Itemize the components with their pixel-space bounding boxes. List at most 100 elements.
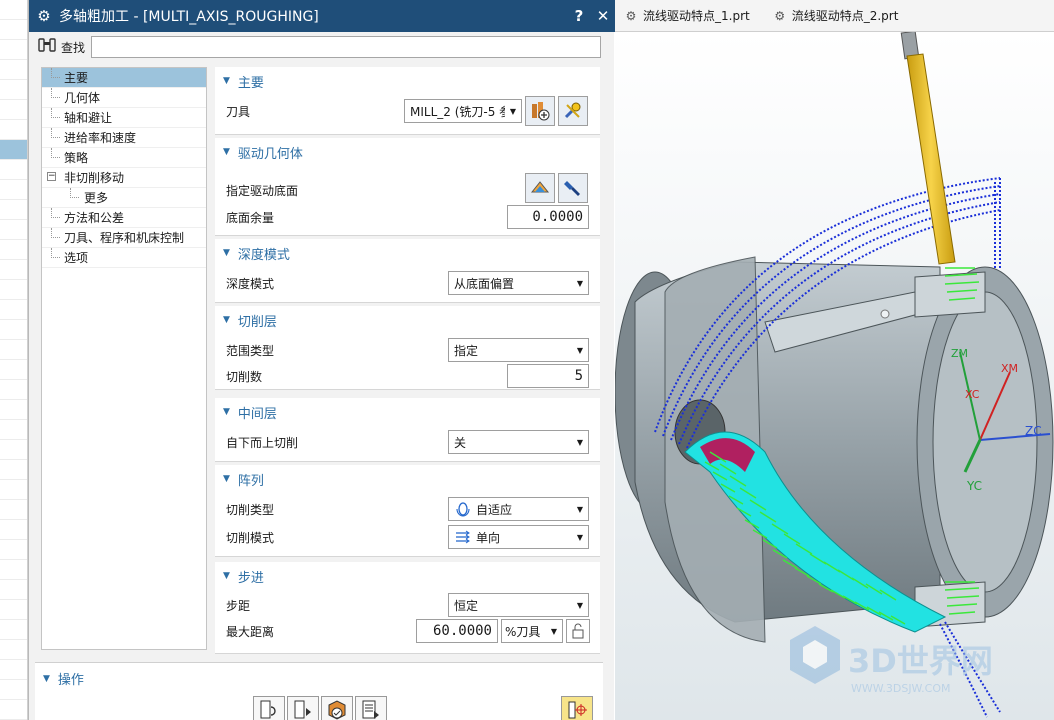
strip-row xyxy=(0,320,27,340)
group-title: 中间层 xyxy=(237,406,277,422)
new-tool-icon xyxy=(532,102,550,121)
collapse-triangle-icon[interactable]: ▼ xyxy=(223,474,230,484)
nav-item-method-tolerance[interactable]: 方法和公差 xyxy=(42,208,206,228)
strip-row xyxy=(0,100,27,120)
tool-position-icon xyxy=(568,701,587,719)
list-toolpath-button[interactable] xyxy=(355,696,387,720)
collapse-triangle-icon[interactable]: ▼ xyxy=(223,147,230,157)
close-button[interactable]: ✕ xyxy=(591,7,615,25)
group-header[interactable]: ▼ 深度模式 xyxy=(215,239,600,267)
axis-label-xc: XC xyxy=(965,388,980,401)
group-cut-levels: ▼ 切削层 范围类型 指定 ▼ 切削数 5 xyxy=(215,306,600,390)
group-header[interactable]: ▼ 主要 xyxy=(215,67,600,95)
collapse-triangle-icon[interactable]: ▼ xyxy=(223,571,230,581)
edit-tool-button[interactable] xyxy=(558,96,588,126)
nav-item-options[interactable]: 选项 xyxy=(42,248,206,268)
strip-row xyxy=(0,40,27,60)
select-face-icon xyxy=(530,181,550,193)
file-tab-2[interactable]: ⚙ 流线驱动特点_2.prt xyxy=(772,7,898,24)
gear-icon[interactable]: ⚙ xyxy=(31,7,57,25)
select-drive-floor-button[interactable] xyxy=(525,173,555,203)
axis-label-zm: ZM xyxy=(951,347,968,360)
help-button[interactable]: ? xyxy=(567,7,591,25)
strip-row xyxy=(0,240,27,260)
max-distance-unit-select[interactable]: %刀具 ▼ xyxy=(501,619,563,643)
group-header[interactable]: ▼ 切削层 xyxy=(215,306,600,334)
collapse-triangle-icon[interactable]: ▼ xyxy=(223,407,230,417)
wrench-icon xyxy=(564,102,581,119)
replay-button[interactable] xyxy=(287,696,319,720)
depth-mode-select[interactable]: 从底面偏置 ▼ xyxy=(448,271,589,295)
tool-position-button[interactable] xyxy=(561,696,593,720)
group-header[interactable]: ▼ 操作 xyxy=(43,669,84,688)
nav-item-non-cutting-moves[interactable]: − 非切削移动 xyxy=(42,168,206,188)
cut-type-select[interactable]: 自适应 ▼ xyxy=(448,497,589,521)
collapse-triangle-icon[interactable]: ▼ xyxy=(43,674,50,684)
nav-item-more[interactable]: 更多 xyxy=(42,188,206,208)
lock-icon xyxy=(572,623,584,639)
nav-item-strategy[interactable]: 策略 xyxy=(42,148,206,168)
lock-button[interactable] xyxy=(566,619,590,643)
group-main: ▼ 主要 刀具 MILL_2 (铣刀-5 参 ▼ xyxy=(215,67,600,135)
cut-count-label: 切削数 xyxy=(226,370,263,384)
group-header[interactable]: ▼ 驱动几何体 xyxy=(215,138,600,166)
strip-row xyxy=(0,360,27,380)
flashlight-icon xyxy=(564,181,580,196)
strip-row xyxy=(0,660,27,680)
nav-item-main[interactable]: 主要 xyxy=(42,68,206,88)
chevron-down-icon: ▼ xyxy=(576,437,584,447)
bottom-up-select[interactable]: 关 ▼ xyxy=(448,430,589,454)
group-header[interactable]: ▼ 中间层 xyxy=(215,398,600,426)
strip-row xyxy=(0,300,27,320)
nav-item-geometry[interactable]: 几何体 xyxy=(42,88,206,108)
generate-button[interactable] xyxy=(253,696,285,720)
strip-row xyxy=(0,460,27,480)
chevron-down-icon: ▼ xyxy=(550,626,558,636)
nav-item-tool-program-machine[interactable]: 刀具、程序和机床控制 xyxy=(42,228,206,248)
floor-stock-input[interactable]: 0.0000 xyxy=(507,205,589,229)
chevron-down-icon: ▼ xyxy=(576,278,584,288)
collapse-triangle-icon[interactable]: ▼ xyxy=(223,315,230,325)
max-distance-unit: %刀具 xyxy=(505,624,541,639)
display-drive-floor-button[interactable] xyxy=(558,173,588,203)
cut-mode-label: 切削模式 xyxy=(226,531,275,545)
nav-item-feeds-speeds[interactable]: 进给率和速度 xyxy=(42,128,206,148)
new-tool-button[interactable] xyxy=(525,96,555,126)
file-tab-1[interactable]: ⚙ 流线驱动特点_1.prt xyxy=(623,7,750,24)
nav-item-axis-avoidance[interactable]: 轴和避让 xyxy=(42,108,206,128)
tool-select[interactable]: MILL_2 (铣刀-5 参 ▼ xyxy=(404,99,522,123)
strip-row xyxy=(0,20,27,40)
floor-stock-row: 底面余量 0.0000 xyxy=(215,205,600,229)
model-scene[interactable]: ZM XM XC ZC YC 3D世界网 WWW.3DSJW.COM xyxy=(615,32,1054,720)
cut-mode-select[interactable]: 单向 ▼ xyxy=(448,525,589,549)
tree-connector xyxy=(51,148,60,158)
group-middle-layer: ▼ 中间层 自下而上切削 关 ▼ xyxy=(215,398,600,462)
axis-label-xm: XM xyxy=(1001,362,1018,375)
collapse-toggle[interactable]: − xyxy=(47,172,56,181)
verify-icon xyxy=(328,700,346,720)
group-header[interactable]: ▼ 步进 xyxy=(215,562,600,590)
strip-row xyxy=(0,80,27,100)
range-type-select[interactable]: 指定 ▼ xyxy=(448,338,589,362)
verify-button[interactable] xyxy=(321,696,353,720)
chevron-down-icon: ▼ xyxy=(576,600,584,610)
dialog-title-bar[interactable]: ⚙ 多轴粗加工 - [MULTI_AXIS_ROUGHING] ? ✕ xyxy=(29,0,615,32)
graphics-viewport[interactable]: ⚙ 流线驱动特点_1.prt ⚙ 流线驱动特点_2.prt ZM XM XC Z… xyxy=(615,0,1054,720)
tree-connector xyxy=(51,128,60,138)
stepover-row: 步距 恒定 ▼ xyxy=(215,593,600,617)
nav-item-label: 轴和避让 xyxy=(64,111,113,125)
tree-connector xyxy=(51,88,60,98)
stepover-select[interactable]: 恒定 ▼ xyxy=(448,593,589,617)
tree-connector xyxy=(70,188,79,198)
max-distance-input[interactable]: 60.0000 xyxy=(416,619,498,643)
strip-row-selected[interactable] xyxy=(0,140,27,160)
group-header[interactable]: ▼ 阵列 xyxy=(215,465,600,493)
collapse-triangle-icon[interactable]: ▼ xyxy=(223,76,230,86)
collapse-triangle-icon[interactable]: ▼ xyxy=(223,248,230,258)
parameter-panel: ▼ 主要 刀具 MILL_2 (铣刀-5 参 ▼ ▼ 驱动几何体 指定驱动底面 xyxy=(215,67,602,660)
search-input[interactable] xyxy=(91,36,602,58)
watermark-url: WWW.3DSJW.COM xyxy=(851,682,951,695)
group-depth-mode: ▼ 深度模式 深度模式 从底面偏置 ▼ xyxy=(215,239,600,303)
bottom-up-label: 自下而上切削 xyxy=(226,436,299,450)
cut-count-input[interactable]: 5 xyxy=(507,364,589,388)
